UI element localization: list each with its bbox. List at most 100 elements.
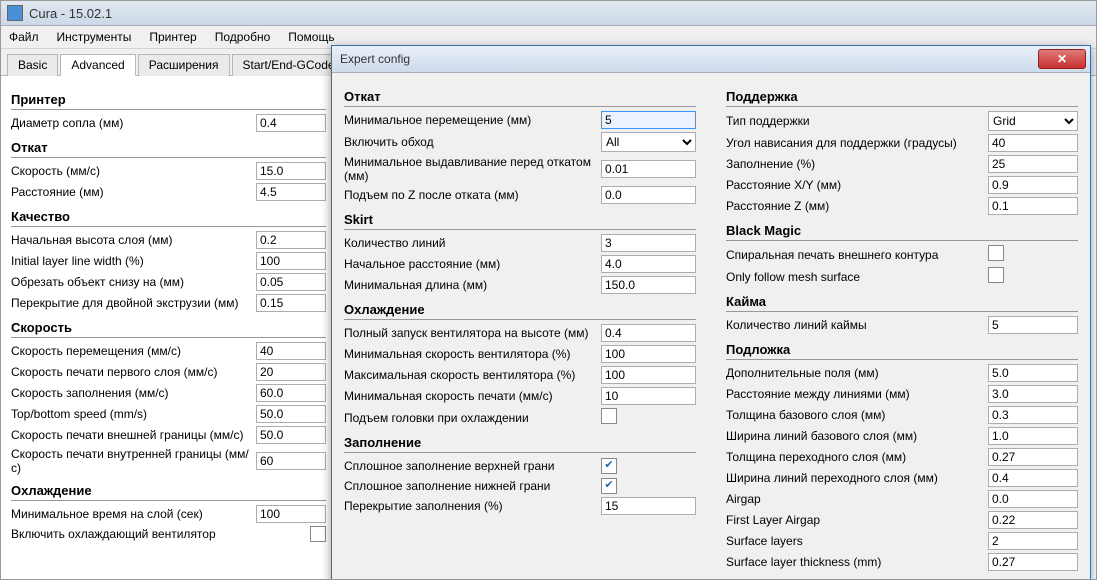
skirt-minlen-input[interactable] [601,276,696,294]
brim-lines-input[interactable] [988,316,1078,334]
combing-select[interactable]: All [601,132,696,152]
section-speed: Скорость [11,320,326,338]
tab-extensions[interactable]: Расширения [138,54,230,76]
min-print-speed-input[interactable] [601,387,696,405]
first-layer-speed-input[interactable] [256,363,326,381]
spiralize-checkbox[interactable] [988,245,1004,261]
section-raft: Подложка [726,342,1078,360]
head-lift-checkbox[interactable] [601,408,617,424]
min-extrude-input[interactable] [601,160,696,178]
fan-max-input[interactable] [601,366,696,384]
infill-speed-label: Скорость заполнения (мм/с) [11,386,256,400]
menu-file[interactable]: Файл [9,30,39,44]
section-quality: Качество [11,209,326,227]
infill-overlap-input[interactable] [601,497,696,515]
z-hop-label: Подъем по Z после отката (мм) [344,188,601,202]
main-titlebar: Cura - 15.02.1 [1,1,1096,26]
menu-tools[interactable]: Инструменты [57,30,132,44]
raft-linespacing-label: Расстояние между линиями (мм) [726,387,988,401]
support-xy-input[interactable] [988,176,1078,194]
init-layer-height-input[interactable] [256,231,326,249]
min-layer-time-input[interactable] [256,505,326,523]
support-z-input[interactable] [988,197,1078,215]
tab-startend[interactable]: Start/End-GCode [232,54,346,76]
section-support: Поддержка [726,89,1078,107]
mesh-surface-checkbox[interactable] [988,267,1004,283]
airgap-label: Airgap [726,492,988,506]
section-brim: Кайма [726,294,1078,312]
close-button[interactable]: ✕ [1038,49,1086,69]
raft-base-linewidth-label: Ширина линий базового слоя (мм) [726,429,988,443]
outer-shell-speed-input[interactable] [256,426,326,444]
travel-speed-label: Скорость перемещения (мм/с) [11,344,256,358]
fan-enable-checkbox[interactable] [310,526,326,542]
head-lift-label: Подъем головки при охлаждении [344,411,601,425]
min-travel-input[interactable] [601,111,696,129]
dialog-titlebar[interactable]: Expert config ✕ [332,46,1090,73]
infill-speed-input[interactable] [256,384,326,402]
combing-label: Включить обход [344,135,601,149]
nozzle-diameter-input[interactable] [256,114,326,132]
support-angle-input[interactable] [988,134,1078,152]
dual-overlap-input[interactable] [256,294,326,312]
surface-thickness-input[interactable] [988,553,1078,571]
z-hop-input[interactable] [601,186,696,204]
inner-shell-speed-input[interactable] [256,452,326,470]
surface-layers-input[interactable] [988,532,1078,550]
skirt-distance-label: Начальное расстояние (мм) [344,257,601,271]
support-z-label: Расстояние Z (мм) [726,199,988,213]
min-extrude-label: Минимальное выдавливание перед откатом (… [344,155,601,183]
support-fill-input[interactable] [988,155,1078,173]
tab-basic[interactable]: Basic [7,54,58,76]
topbottom-speed-input[interactable] [256,405,326,423]
retract-dist-input[interactable] [256,183,326,201]
tab-advanced[interactable]: Advanced [60,54,135,76]
support-xy-label: Расстояние X/Y (мм) [726,178,988,192]
outer-shell-speed-label: Скорость печати внешней границы (мм/с) [11,428,256,442]
window-title: Cura - 15.02.1 [29,6,112,21]
dual-overlap-label: Перекрытие для двойной экструзии (мм) [11,296,256,310]
app-icon [7,5,23,21]
expert-config-dialog: Expert config ✕ Откат Минимальное переме… [331,45,1091,580]
raft-base-thickness-input[interactable] [988,406,1078,424]
advanced-settings-pane: Принтер Диаметр сопла (мм) Откат Скорост… [1,76,336,580]
support-type-select[interactable]: Grid [988,111,1078,131]
solid-bottom-checkbox[interactable]: ✔ [601,478,617,494]
init-line-width-input[interactable] [256,252,326,270]
menu-help[interactable]: Помощь [288,30,334,44]
raft-interface-thickness-label: Толщина переходного слоя (мм) [726,450,988,464]
topbottom-speed-label: Top/bottom speed (mm/s) [11,407,256,421]
raft-linespacing-input[interactable] [988,385,1078,403]
fan-min-input[interactable] [601,345,696,363]
solid-bottom-label: Сплошное заполнение нижней грани [344,479,601,493]
retract-speed-input[interactable] [256,162,326,180]
solid-top-checkbox[interactable]: ✔ [601,458,617,474]
section-skirt: Skirt [344,212,696,230]
first-layer-airgap-input[interactable] [988,511,1078,529]
cut-bottom-input[interactable] [256,273,326,291]
surface-layers-label: Surface layers [726,534,988,548]
section-retract-expert: Откат [344,89,696,107]
min-layer-time-label: Минимальное время на слой (сек) [11,507,256,521]
support-type-label: Тип поддержки [726,114,988,128]
fan-enable-label: Включить охлаждающий вентилятор [11,527,310,541]
fan-full-height-label: Полный запуск вентилятора на высоте (мм) [344,326,601,340]
brim-lines-label: Количество линий каймы [726,318,988,332]
raft-interface-linewidth-input[interactable] [988,469,1078,487]
raft-base-linewidth-input[interactable] [988,427,1078,445]
skirt-lines-input[interactable] [601,234,696,252]
skirt-lines-label: Количество линий [344,236,601,250]
fan-min-label: Минимальная скорость вентилятора (%) [344,347,601,361]
support-angle-label: Угол нависания для поддержки (градусы) [726,136,988,150]
airgap-input[interactable] [988,490,1078,508]
nozzle-diameter-label: Диаметр сопла (мм) [11,116,256,130]
raft-interface-thickness-input[interactable] [988,448,1078,466]
init-line-width-label: Initial layer line width (%) [11,254,256,268]
min-print-speed-label: Минимальная скорость печати (мм/с) [344,389,601,403]
menu-printer[interactable]: Принтер [149,30,196,44]
skirt-distance-input[interactable] [601,255,696,273]
raft-margin-input[interactable] [988,364,1078,382]
fan-full-height-input[interactable] [601,324,696,342]
travel-speed-input[interactable] [256,342,326,360]
menu-details[interactable]: Подробно [215,30,271,44]
